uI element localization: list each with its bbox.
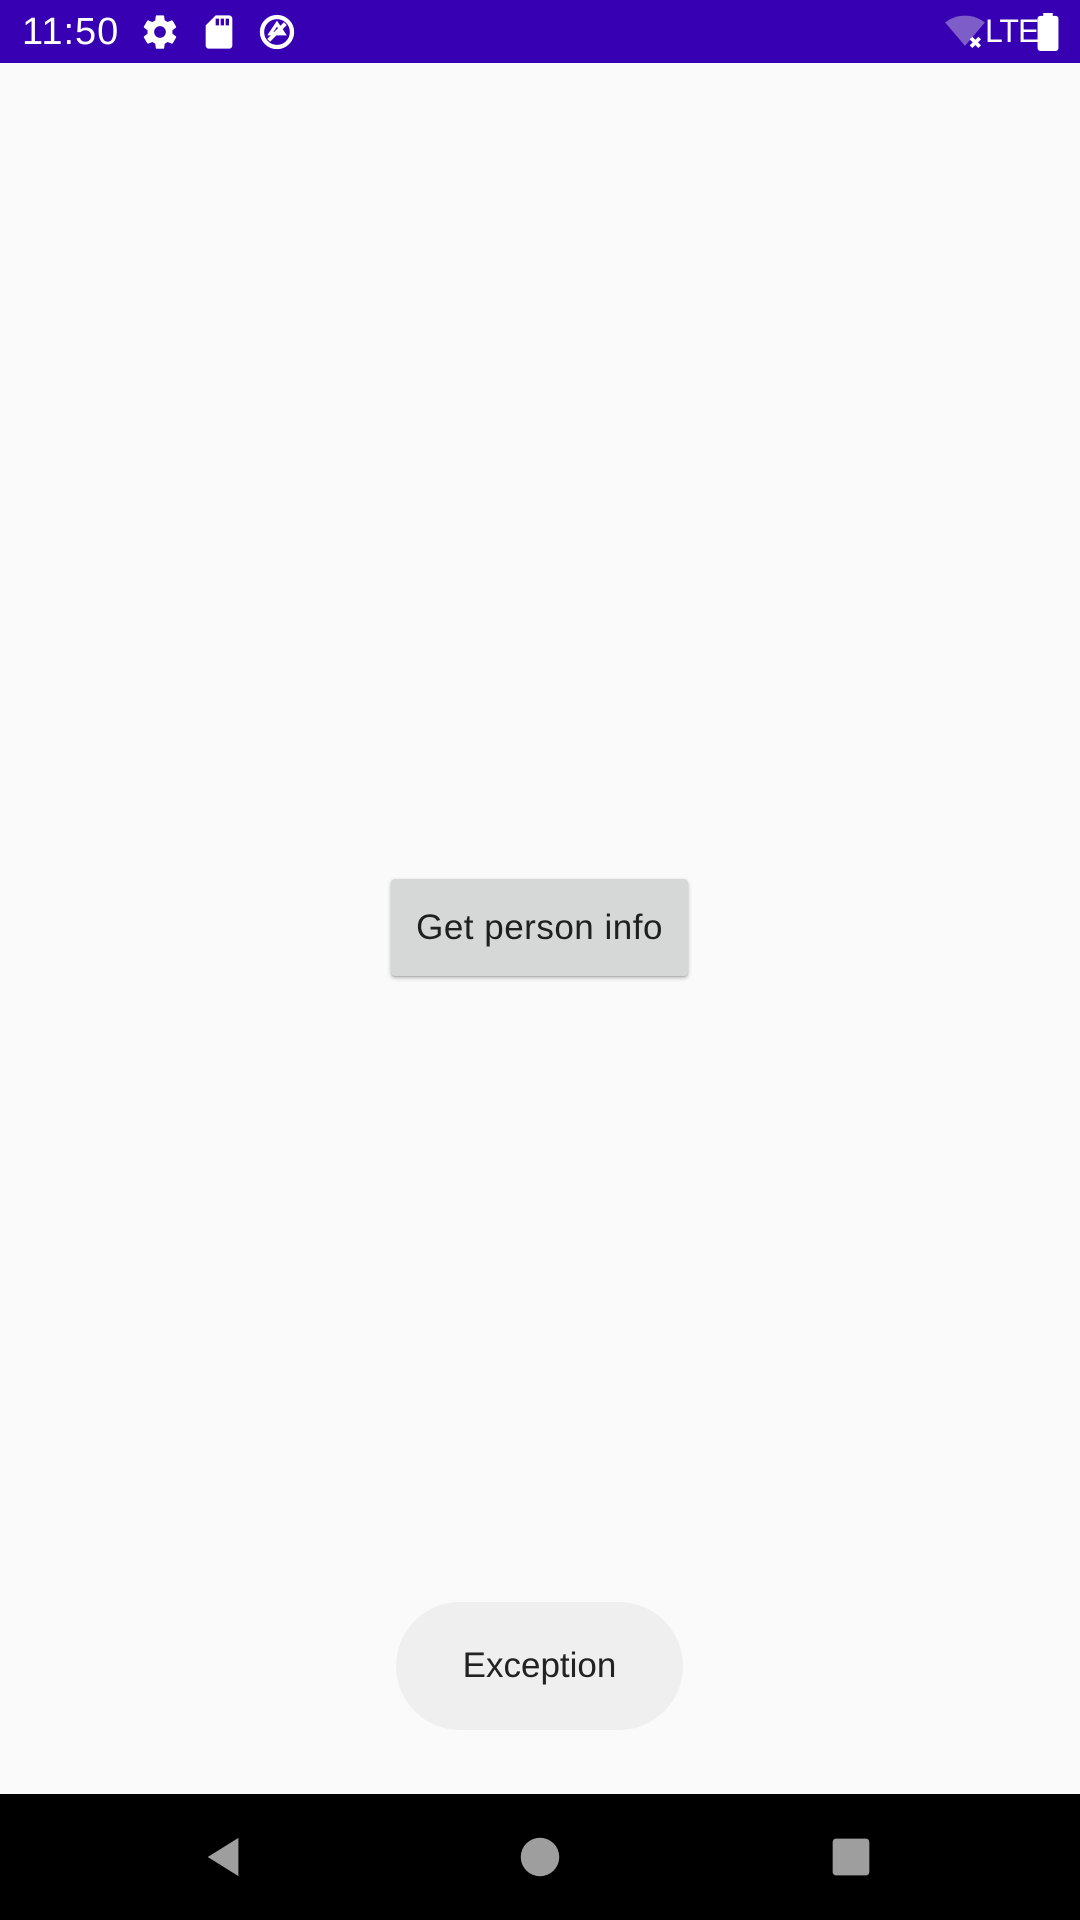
back-icon <box>207 1837 239 1877</box>
toast-message: Exception <box>396 1602 683 1730</box>
recents-button[interactable] <box>818 1824 884 1890</box>
recents-icon <box>832 1838 870 1876</box>
back-button[interactable] <box>192 1824 258 1890</box>
gear-icon <box>140 12 180 52</box>
home-icon <box>520 1837 560 1877</box>
toast-text: Exception <box>462 1646 617 1685</box>
app-screen: 11:50 LTE Get person info Exception <box>0 0 1080 1920</box>
main-content: Get person info Exception <box>0 63 1080 1794</box>
wifi-off-icon <box>944 13 986 51</box>
status-bar: 11:50 LTE <box>0 0 1080 63</box>
get-person-info-button[interactable]: Get person info <box>391 879 688 976</box>
status-time: 11:50 <box>22 11 120 53</box>
sd-card-icon <box>199 12 239 52</box>
data-saver-icon <box>257 12 297 52</box>
battery-icon <box>1036 13 1060 51</box>
navigation-bar <box>0 1794 1080 1920</box>
home-button[interactable] <box>507 1824 573 1890</box>
network-type-label: LTE <box>985 13 1039 49</box>
get-person-info-button-label: Get person info <box>416 907 663 947</box>
